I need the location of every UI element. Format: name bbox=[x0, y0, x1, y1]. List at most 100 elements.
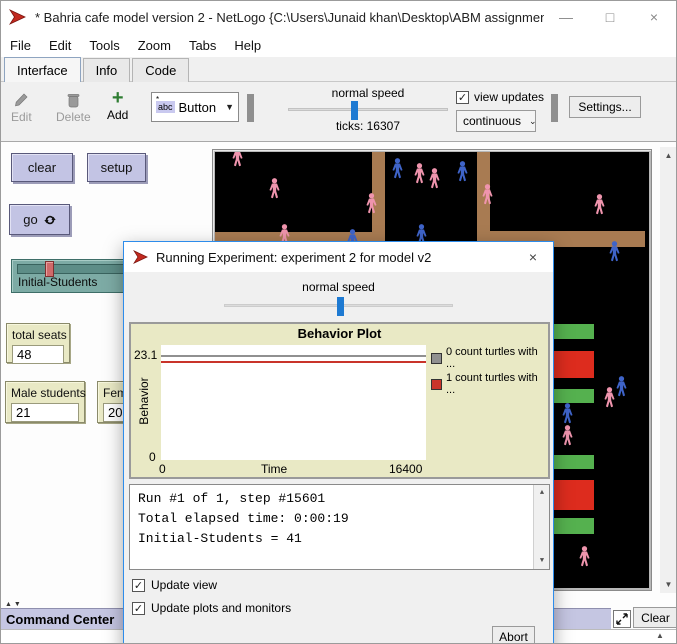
monitor-label: Male students bbox=[11, 386, 79, 400]
interface-toolbar: Edit Delete + Add *abc Button ▼ normal s… bbox=[1, 82, 676, 142]
view-updates-checkbox[interactable]: ✓ view updates bbox=[456, 90, 544, 104]
chevron-down-icon: ▼ bbox=[225, 102, 234, 112]
pink-person-turtle bbox=[592, 194, 607, 215]
forever-loop-icon bbox=[44, 214, 56, 226]
minimize-button[interactable]: — bbox=[544, 1, 588, 33]
menu-file[interactable]: File bbox=[10, 38, 31, 53]
monitor-value: 21 bbox=[11, 403, 79, 422]
checkbox-checked-icon: ✓ bbox=[456, 91, 469, 104]
checkbox-checked-icon: ✓ bbox=[132, 602, 145, 615]
command-center-clear-button[interactable]: Clear bbox=[633, 607, 677, 628]
dialog-title: Running Experiment: experiment 2 for mod… bbox=[156, 250, 513, 265]
go-button[interactable]: go bbox=[9, 204, 70, 235]
tab-info[interactable]: Info bbox=[83, 58, 131, 82]
update-view-label: Update view bbox=[151, 578, 217, 592]
toolbar-separator bbox=[551, 94, 558, 122]
interface-scrollbar[interactable]: ▲ ▼ bbox=[660, 147, 677, 593]
console-text: Run #1 of 1, step #15601Total elapsed ti… bbox=[138, 489, 541, 549]
speed-slider-thumb[interactable] bbox=[351, 101, 358, 120]
dialog-speed-slider[interactable] bbox=[224, 304, 453, 307]
scroll-down-icon[interactable]: ▼ bbox=[534, 554, 550, 568]
legend-swatch bbox=[431, 379, 442, 390]
pink-person-turtle bbox=[230, 152, 245, 167]
update-mode-value: continuous bbox=[463, 114, 521, 128]
chevron-down-icon: ⌄ bbox=[529, 116, 537, 127]
behavior-plot: Behavior Plot 23.1 0 Behavior 0 Time 164… bbox=[129, 322, 550, 479]
command-center-popout-button[interactable] bbox=[613, 610, 631, 628]
slider-label: Initial-Students bbox=[18, 275, 97, 289]
menu-bar: File Edit Tools Zoom Tabs Help bbox=[1, 33, 676, 57]
legend-swatch bbox=[431, 353, 442, 364]
plot-area bbox=[161, 345, 426, 460]
pencil-icon bbox=[13, 92, 29, 108]
legend-label: 1 count turtles with ... bbox=[446, 372, 548, 396]
delete-tool-label: Delete bbox=[56, 110, 91, 124]
legend-entry: 1 count turtles with ... bbox=[431, 372, 548, 396]
button-widget-icon: *abc bbox=[156, 101, 175, 113]
abort-button[interactable]: Abort bbox=[492, 626, 535, 644]
scroll-up-icon[interactable]: ▲ bbox=[534, 486, 550, 500]
pink-person-turtle bbox=[560, 425, 575, 446]
widget-type-value: Button bbox=[179, 100, 217, 115]
netlogo-window: * Bahria cafe model version 2 - NetLogo … bbox=[0, 0, 677, 644]
blue-person-turtle bbox=[614, 376, 629, 397]
setup-button-label: setup bbox=[101, 160, 133, 175]
scroll-up-icon[interactable]: ▲ bbox=[660, 147, 677, 164]
tab-code[interactable]: Code bbox=[132, 58, 189, 82]
pink-person-turtle bbox=[267, 178, 282, 199]
total-seats-monitor: total seats 48 bbox=[6, 323, 70, 363]
dialog-speed-slider-thumb[interactable] bbox=[337, 297, 344, 316]
blue-person-turtle bbox=[390, 158, 405, 179]
pink-person-turtle bbox=[427, 168, 442, 189]
legend-label: 0 count turtles with ... bbox=[446, 346, 548, 370]
update-plots-checkbox[interactable]: ✓ Update plots and monitors bbox=[132, 601, 291, 615]
menu-help[interactable]: Help bbox=[234, 38, 261, 53]
title-bar: * Bahria cafe model version 2 - NetLogo … bbox=[1, 1, 676, 33]
console-scrollbar[interactable]: ▲ ▼ bbox=[533, 485, 549, 569]
menu-tools[interactable]: Tools bbox=[89, 38, 119, 53]
update-mode-dropdown[interactable]: continuous ⌄ bbox=[456, 110, 536, 132]
y-axis-max-tick: 23.1 bbox=[134, 348, 157, 362]
settings-button[interactable]: Settings... bbox=[569, 96, 641, 118]
toolbar-separator bbox=[247, 94, 254, 122]
blue-person-turtle bbox=[455, 161, 470, 182]
menu-edit[interactable]: Edit bbox=[49, 38, 71, 53]
update-view-checkbox[interactable]: ✓ Update view bbox=[132, 578, 217, 592]
widget-type-dropdown[interactable]: *abc Button ▼ bbox=[151, 92, 239, 122]
experiment-console: Run #1 of 1, step #15601Total elapsed ti… bbox=[129, 484, 550, 570]
dialog-close-button[interactable]: × bbox=[513, 242, 553, 272]
netlogo-icon bbox=[9, 9, 27, 25]
command-center-resize-arrows[interactable]: ▲▼ bbox=[5, 601, 23, 608]
edit-tool-label: Edit bbox=[11, 110, 32, 124]
view-updates-label: view updates bbox=[474, 90, 544, 104]
blue-person-turtle bbox=[607, 241, 622, 262]
setup-button[interactable]: setup bbox=[87, 153, 146, 182]
netlogo-icon bbox=[133, 250, 149, 264]
checkbox-checked-icon: ✓ bbox=[132, 579, 145, 592]
close-button[interactable]: × bbox=[632, 1, 676, 33]
tab-interface[interactable]: Interface bbox=[4, 57, 81, 82]
menu-zoom[interactable]: Zoom bbox=[138, 38, 171, 53]
menu-tabs[interactable]: Tabs bbox=[189, 38, 216, 53]
scroll-down-icon[interactable]: ▼ bbox=[660, 576, 677, 593]
ticks-counter: ticks: 16307 bbox=[288, 119, 448, 133]
edit-tool-button[interactable]: Edit bbox=[11, 92, 32, 124]
scroll-up-icon[interactable]: ▲ bbox=[656, 631, 664, 640]
y-axis-min-tick: 0 bbox=[149, 450, 156, 464]
clear-button-label: clear bbox=[28, 160, 56, 175]
command-center-title: Command Center bbox=[1, 612, 114, 627]
delete-tool-button[interactable]: Delete bbox=[56, 92, 91, 124]
speed-slider[interactable] bbox=[288, 108, 448, 111]
male-students-monitor: Male students 21 bbox=[5, 381, 85, 423]
running-experiment-dialog: Running Experiment: experiment 2 for mod… bbox=[123, 241, 554, 644]
clear-button[interactable]: clear bbox=[11, 153, 73, 182]
plot-title: Behavior Plot bbox=[131, 326, 548, 341]
window-title: * Bahria cafe model version 2 - NetLogo … bbox=[35, 10, 544, 25]
pink-person-turtle bbox=[364, 193, 379, 214]
console-line: Total elapsed time: 0:00:19 bbox=[138, 509, 541, 529]
add-tool-button[interactable]: + Add bbox=[107, 90, 128, 122]
maximize-button[interactable]: □ bbox=[588, 1, 632, 33]
x-axis-min-tick: 0 bbox=[159, 462, 166, 476]
console-line: Initial-Students = 41 bbox=[138, 529, 541, 549]
monitor-label: total seats bbox=[12, 328, 64, 342]
